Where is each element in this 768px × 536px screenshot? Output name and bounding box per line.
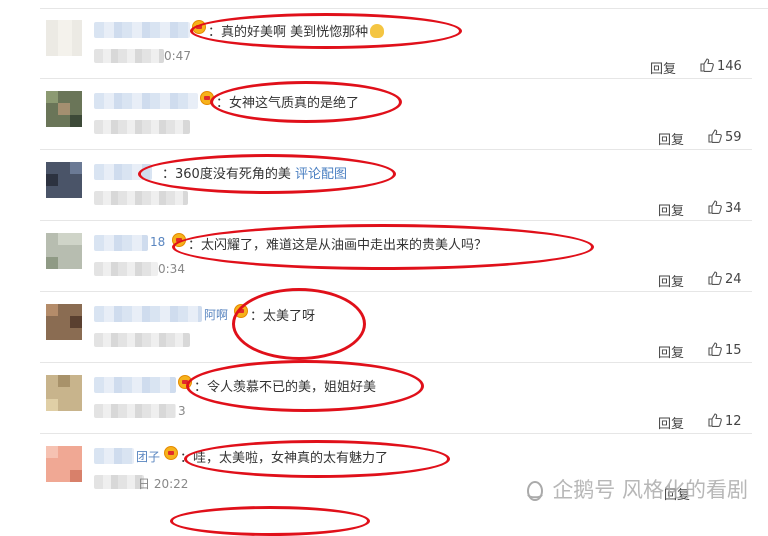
comment-item: 18 ：太闪耀了，难道这是从油画中走出来的贵美人吗？ 0:34 回复 24 — [40, 221, 752, 292]
vip-badge-icon — [200, 91, 214, 105]
vip-badge-icon — [234, 304, 248, 318]
avatar[interactable] — [46, 162, 82, 198]
thumbs-up-icon — [708, 342, 722, 356]
avatar[interactable] — [46, 304, 82, 340]
timestamp-blurred — [94, 475, 144, 489]
reply-button[interactable]: 回复 — [658, 129, 684, 148]
username-partial[interactable]: 阿啊 — [204, 306, 228, 323]
comment-item: ：女神这气质真的是绝了 回复 59 — [40, 79, 752, 150]
like-button[interactable]: 15 — [708, 342, 742, 358]
timestamp: 0:47 — [164, 49, 191, 63]
thumbs-up-icon — [700, 58, 714, 72]
avatar[interactable] — [46, 91, 82, 127]
username-blurred — [94, 377, 176, 393]
like-count: 12 — [725, 414, 742, 429]
username-blurred — [94, 235, 148, 251]
like-button[interactable]: 146 — [700, 58, 742, 74]
like-count: 34 — [725, 201, 742, 216]
thumbs-up-icon — [708, 200, 722, 214]
vip-badge-icon — [172, 233, 186, 247]
watermark: 企鹅号 风格化的看剧 — [524, 474, 748, 504]
vip-badge-icon — [192, 20, 206, 34]
vip-badge-icon — [164, 446, 178, 460]
reply-button[interactable]: 回复 — [658, 200, 684, 219]
username-partial[interactable]: 18 — [150, 235, 165, 249]
avatar[interactable] — [46, 375, 82, 411]
avatar[interactable] — [46, 20, 82, 56]
comment-text: ：令人羡慕不已的美，姐姐好美 — [194, 380, 377, 395]
comment-text: ：太闪耀了，难道这是从油画中走出来的贵美人吗？ — [188, 238, 488, 253]
timestamp-blurred — [94, 404, 176, 418]
avatar[interactable] — [46, 446, 82, 482]
timestamp: 0:34 — [158, 262, 185, 276]
reply-button[interactable]: 回复 — [658, 413, 684, 432]
username-partial[interactable]: 团子 — [136, 448, 160, 465]
penguin-logo-icon — [527, 481, 544, 501]
comment-item: 阿啊 ：太美了呀 回复 15 — [40, 292, 752, 363]
comment-text: ：360度没有死角的美 评论配图 — [162, 167, 347, 182]
vip-badge-icon — [178, 375, 192, 389]
like-count: 59 — [725, 130, 742, 145]
timestamp-blurred — [94, 49, 164, 63]
reply-button[interactable]: 回复 — [650, 58, 676, 77]
like-count: 146 — [717, 59, 742, 74]
comment-item: ：令人羡慕不已的美，姐姐好美 3 回复 12 — [40, 363, 752, 434]
username-blurred — [94, 93, 198, 109]
thumbs-up-icon — [708, 129, 722, 143]
timestamp-blurred — [94, 333, 190, 347]
comment-image-link[interactable]: 评论配图 — [295, 167, 347, 182]
timestamp: 3 — [178, 404, 186, 418]
comment-text: ：哇，太美啦，女神真的太有魅力了 — [180, 451, 389, 466]
timestamp: 日 20:22 — [138, 477, 189, 491]
like-button[interactable]: 59 — [708, 129, 742, 145]
emoji-icon — [370, 24, 385, 38]
like-count: 15 — [725, 343, 742, 358]
username-blurred — [94, 448, 134, 464]
comment-text: ：女神这气质真的是绝了 — [216, 96, 360, 111]
like-button[interactable]: 34 — [708, 200, 742, 216]
thumbs-up-icon — [708, 413, 722, 427]
reply-button[interactable]: 回复 — [658, 271, 684, 290]
like-button[interactable]: 12 — [708, 413, 742, 429]
thumbs-up-icon — [708, 271, 722, 285]
like-count: 24 — [725, 272, 742, 287]
username-blurred — [94, 164, 152, 180]
comment-item: ：真的好美啊 美到恍惚那种 0:47 回复 146 — [40, 8, 752, 79]
timestamp-blurred — [94, 120, 190, 134]
avatar[interactable] — [46, 233, 82, 269]
comment-item: ：360度没有死角的美 评论配图 回复 34 — [40, 150, 752, 221]
timestamp-blurred — [94, 262, 158, 276]
timestamp-blurred — [94, 191, 188, 205]
username-blurred — [94, 306, 202, 322]
comment-text: ：真的好美啊 美到恍惚那种 — [208, 21, 385, 40]
reply-button[interactable]: 回复 — [658, 342, 684, 361]
like-button[interactable]: 24 — [708, 271, 742, 287]
comment-text: ：太美了呀 — [250, 309, 316, 324]
username-blurred — [94, 22, 190, 38]
